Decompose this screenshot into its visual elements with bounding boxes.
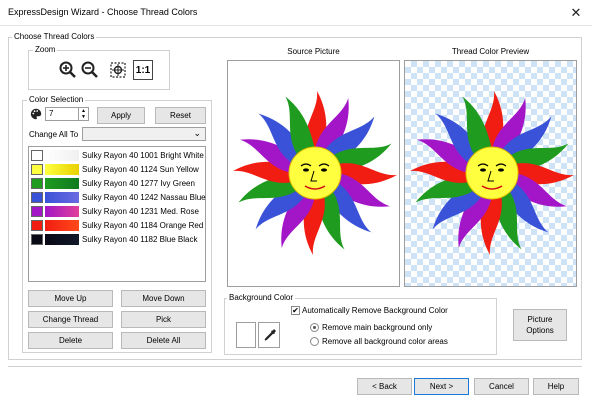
eyedropper-button[interactable] — [258, 322, 280, 348]
thread-color-bar — [45, 234, 79, 245]
thread-color-bar — [45, 220, 79, 231]
thread-swatch — [31, 164, 43, 175]
title-bar: ExpressDesign Wizard - Choose Thread Col… — [0, 0, 592, 26]
thread-label: Sulky Rayon 40 1124 Sun Yellow — [82, 165, 199, 174]
move-up-button[interactable]: Move Up — [28, 290, 113, 307]
palette-icon — [30, 108, 42, 120]
background-color-label: Background Color — [227, 293, 296, 302]
background-color-swatch — [236, 322, 256, 348]
thread-row[interactable]: Sulky Rayon 40 1277 Ivy Green — [31, 177, 203, 190]
thread-color-bar — [45, 178, 79, 189]
zoom-in-icon — [59, 61, 76, 78]
remove-main-radio[interactable] — [310, 323, 319, 332]
zoom-out-button[interactable] — [80, 60, 100, 80]
close-icon[interactable]: ✕ — [566, 3, 586, 23]
thread-color-bar — [45, 206, 79, 217]
zoom-one-to-one-button[interactable]: 1:1 — [133, 60, 153, 80]
footer-divider — [8, 366, 582, 367]
pick-button[interactable]: Pick — [121, 311, 206, 328]
next-button[interactable]: Next > — [414, 378, 469, 395]
thread-swatch — [31, 206, 43, 217]
zoom-out-icon — [81, 61, 98, 78]
delete-button[interactable]: Delete — [28, 332, 113, 349]
thread-row[interactable]: Sulky Rayon 40 1001 Bright White — [31, 149, 204, 162]
back-button[interactable]: < Back — [357, 378, 412, 395]
auto-remove-label: Automatically Remove Background Color — [302, 306, 448, 315]
apply-button[interactable]: Apply — [97, 107, 145, 124]
thread-row[interactable]: Sulky Rayon 40 1242 Nassau Blue — [31, 191, 206, 204]
thread-row[interactable]: Sulky Rayon 40 1182 Blue Black — [31, 233, 203, 246]
cancel-button[interactable]: Cancel — [474, 378, 529, 395]
thread-color-bar — [45, 192, 79, 203]
thread-label: Sulky Rayon 40 1277 Ivy Green — [82, 179, 195, 188]
zoom-label: Zoom — [33, 45, 58, 54]
color-count-spinner[interactable]: 7 ▲ ▼ — [45, 107, 89, 121]
thread-swatch — [31, 192, 43, 203]
thread-color-preview-label: Thread Color Preview — [451, 47, 530, 56]
auto-remove-checkbox[interactable]: ✔ — [291, 306, 300, 315]
zoom-fit-icon — [110, 62, 126, 78]
picture-options-button[interactable]: Picture Options — [513, 309, 567, 341]
chevron-down-icon: ⌄ — [193, 128, 201, 138]
remove-all-radio[interactable] — [310, 337, 319, 346]
move-down-button[interactable]: Move Down — [121, 290, 206, 307]
source-picture-label: Source Picture — [287, 47, 340, 56]
color-count-value: 7 — [49, 109, 54, 118]
change-thread-button[interactable]: Change Thread — [28, 311, 113, 328]
zoom-in-button[interactable] — [58, 60, 78, 80]
thread-swatch — [31, 220, 43, 231]
spin-down-icon[interactable]: ▼ — [78, 114, 88, 120]
thread-label: Sulky Rayon 40 1184 Orange Red — [82, 221, 204, 230]
thread-swatch — [31, 150, 43, 161]
change-all-to-label: Change All To — [29, 130, 79, 139]
thread-color-bar — [45, 164, 79, 175]
help-button[interactable]: Help — [533, 378, 579, 395]
thread-label: Sulky Rayon 40 1242 Nassau Blue — [82, 193, 206, 202]
reset-button[interactable]: Reset — [155, 107, 206, 124]
picture-options-line2: Options — [526, 326, 554, 335]
remove-all-label: Remove all background color areas — [322, 337, 448, 346]
thread-swatch — [31, 234, 43, 245]
zoom-fit-button[interactable] — [108, 60, 128, 80]
thread-row[interactable]: Sulky Rayon 40 1231 Med. Rose — [31, 205, 203, 218]
thread-label: Sulky Rayon 40 1001 Bright White — [82, 151, 204, 160]
thread-list[interactable]: Sulky Rayon 40 1001 Bright White Sulky Ra… — [28, 146, 206, 282]
color-selection-label: Color Selection — [27, 95, 86, 104]
delete-all-button[interactable]: Delete All — [121, 332, 206, 349]
thread-color-bar — [45, 150, 79, 161]
thread-label: Sulky Rayon 40 1182 Blue Black — [82, 235, 198, 244]
picture-options-line1: Picture — [527, 315, 553, 324]
source-picture-panel — [227, 60, 400, 287]
remove-main-label: Remove main background only — [322, 323, 433, 332]
thread-row[interactable]: Sulky Rayon 40 1124 Sun Yellow — [31, 163, 203, 176]
thread-row[interactable]: Sulky Rayon 40 1184 Orange Red — [31, 219, 203, 232]
change-all-to-dropdown[interactable]: ⌄ — [82, 127, 206, 141]
thread-label: Sulky Rayon 40 1231 Med. Rose — [82, 207, 199, 216]
sun-preview-image — [410, 91, 574, 255]
thread-color-preview-panel — [404, 60, 577, 287]
thread-swatch — [31, 178, 43, 189]
sun-image — [233, 91, 397, 255]
window-title: ExpressDesign Wizard - Choose Thread Col… — [8, 7, 198, 17]
eyedropper-icon — [264, 329, 276, 341]
choose-thread-colors-label: Choose Thread Colors — [12, 32, 97, 41]
